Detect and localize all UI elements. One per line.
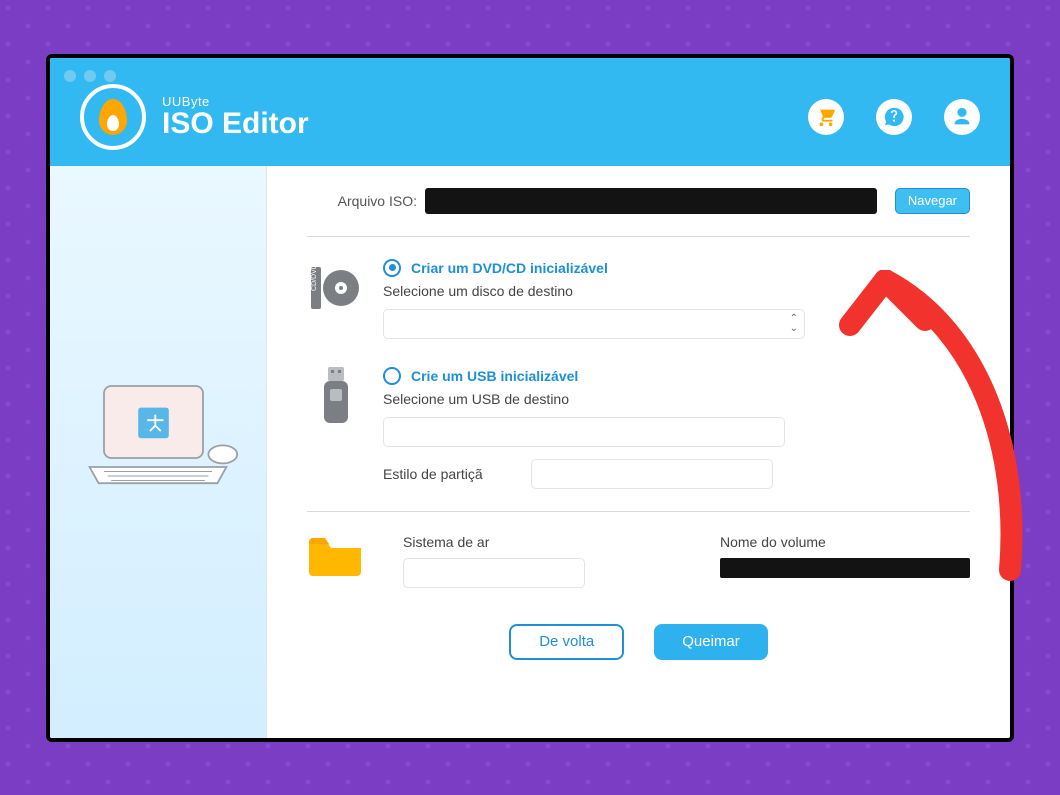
radio-dvd[interactable] [383, 259, 401, 277]
volume-name-label: Nome do volume [720, 534, 970, 550]
partition-style-label: Estilo de partiçã [383, 466, 523, 482]
app-window: UUByte ISO Editor [46, 54, 1014, 742]
titlebar: UUByte ISO Editor [50, 58, 1010, 166]
mac-traffic-lights [64, 70, 116, 82]
iso-file-row: Arquivo ISO: Navegar document.querySelec… [307, 188, 970, 214]
svg-text:CD/DVD: CD/DVD [311, 264, 318, 291]
sidebar [50, 166, 267, 738]
volume-name-field: Nome do volume [720, 534, 970, 588]
cart-button[interactable] [808, 99, 844, 135]
cart-icon [815, 106, 837, 128]
dvd-destination-select[interactable]: ⌃⌄ [383, 309, 805, 339]
app-body: Arquivo ISO: Navegar document.querySelec… [50, 166, 1010, 738]
traffic-dot-zoom[interactable] [104, 70, 116, 82]
browse-button[interactable]: Navegar [895, 188, 970, 214]
usb-destination-select[interactable] [383, 417, 785, 447]
flame-icon [80, 84, 146, 150]
filesystem-label: Sistema de ar [403, 534, 585, 550]
separator [307, 236, 970, 237]
filesystem-field: Sistema de ar [403, 534, 585, 588]
iso-file-path-input[interactable] [425, 188, 877, 214]
option-usb-label: Crie um USB inicializável [411, 368, 578, 384]
help-icon [883, 106, 905, 128]
burn-button[interactable]: Queimar [654, 624, 768, 660]
filesystem-select[interactable] [403, 558, 585, 588]
separator-2 [307, 511, 970, 512]
user-icon [951, 106, 973, 128]
usb-icon [307, 367, 365, 425]
laptop-illustration [68, 359, 248, 544]
action-buttons: De volta Queimar [307, 624, 970, 660]
main-panel: Arquivo ISO: Navegar document.querySelec… [267, 166, 1010, 738]
account-button[interactable] [944, 99, 980, 135]
option-usb: Crie um USB inicializável Selecione um U… [307, 367, 970, 489]
traffic-dot-close[interactable] [64, 70, 76, 82]
traffic-dot-minimize[interactable] [84, 70, 96, 82]
app-title: UUByte ISO Editor [162, 94, 309, 139]
header-actions [808, 99, 980, 135]
disc-icon: CD/DVD [307, 259, 365, 317]
option-dvd: CD/DVD Criar um DVD/CD inicializável Sel… [307, 259, 970, 339]
partition-style-select[interactable] [531, 459, 773, 489]
iso-file-label: Arquivo ISO: [307, 193, 425, 209]
bottom-settings: Sistema de ar Nome do volume [307, 534, 970, 588]
option-dvd-label: Criar um DVD/CD inicializável [411, 260, 608, 276]
option-usb-subtitle: Selecione um USB de destino [383, 391, 970, 407]
option-dvd-subtitle: Selecione um disco de destino [383, 283, 970, 299]
app-name: ISO Editor [162, 109, 309, 139]
back-button[interactable]: De volta [509, 624, 624, 660]
folder-icon [307, 534, 363, 588]
radio-usb[interactable] [383, 367, 401, 385]
help-button[interactable] [876, 99, 912, 135]
volume-name-input[interactable] [720, 558, 970, 578]
app-logo: UUByte ISO Editor [80, 84, 309, 150]
chevron-updown-icon: ⌃⌄ [790, 314, 798, 334]
